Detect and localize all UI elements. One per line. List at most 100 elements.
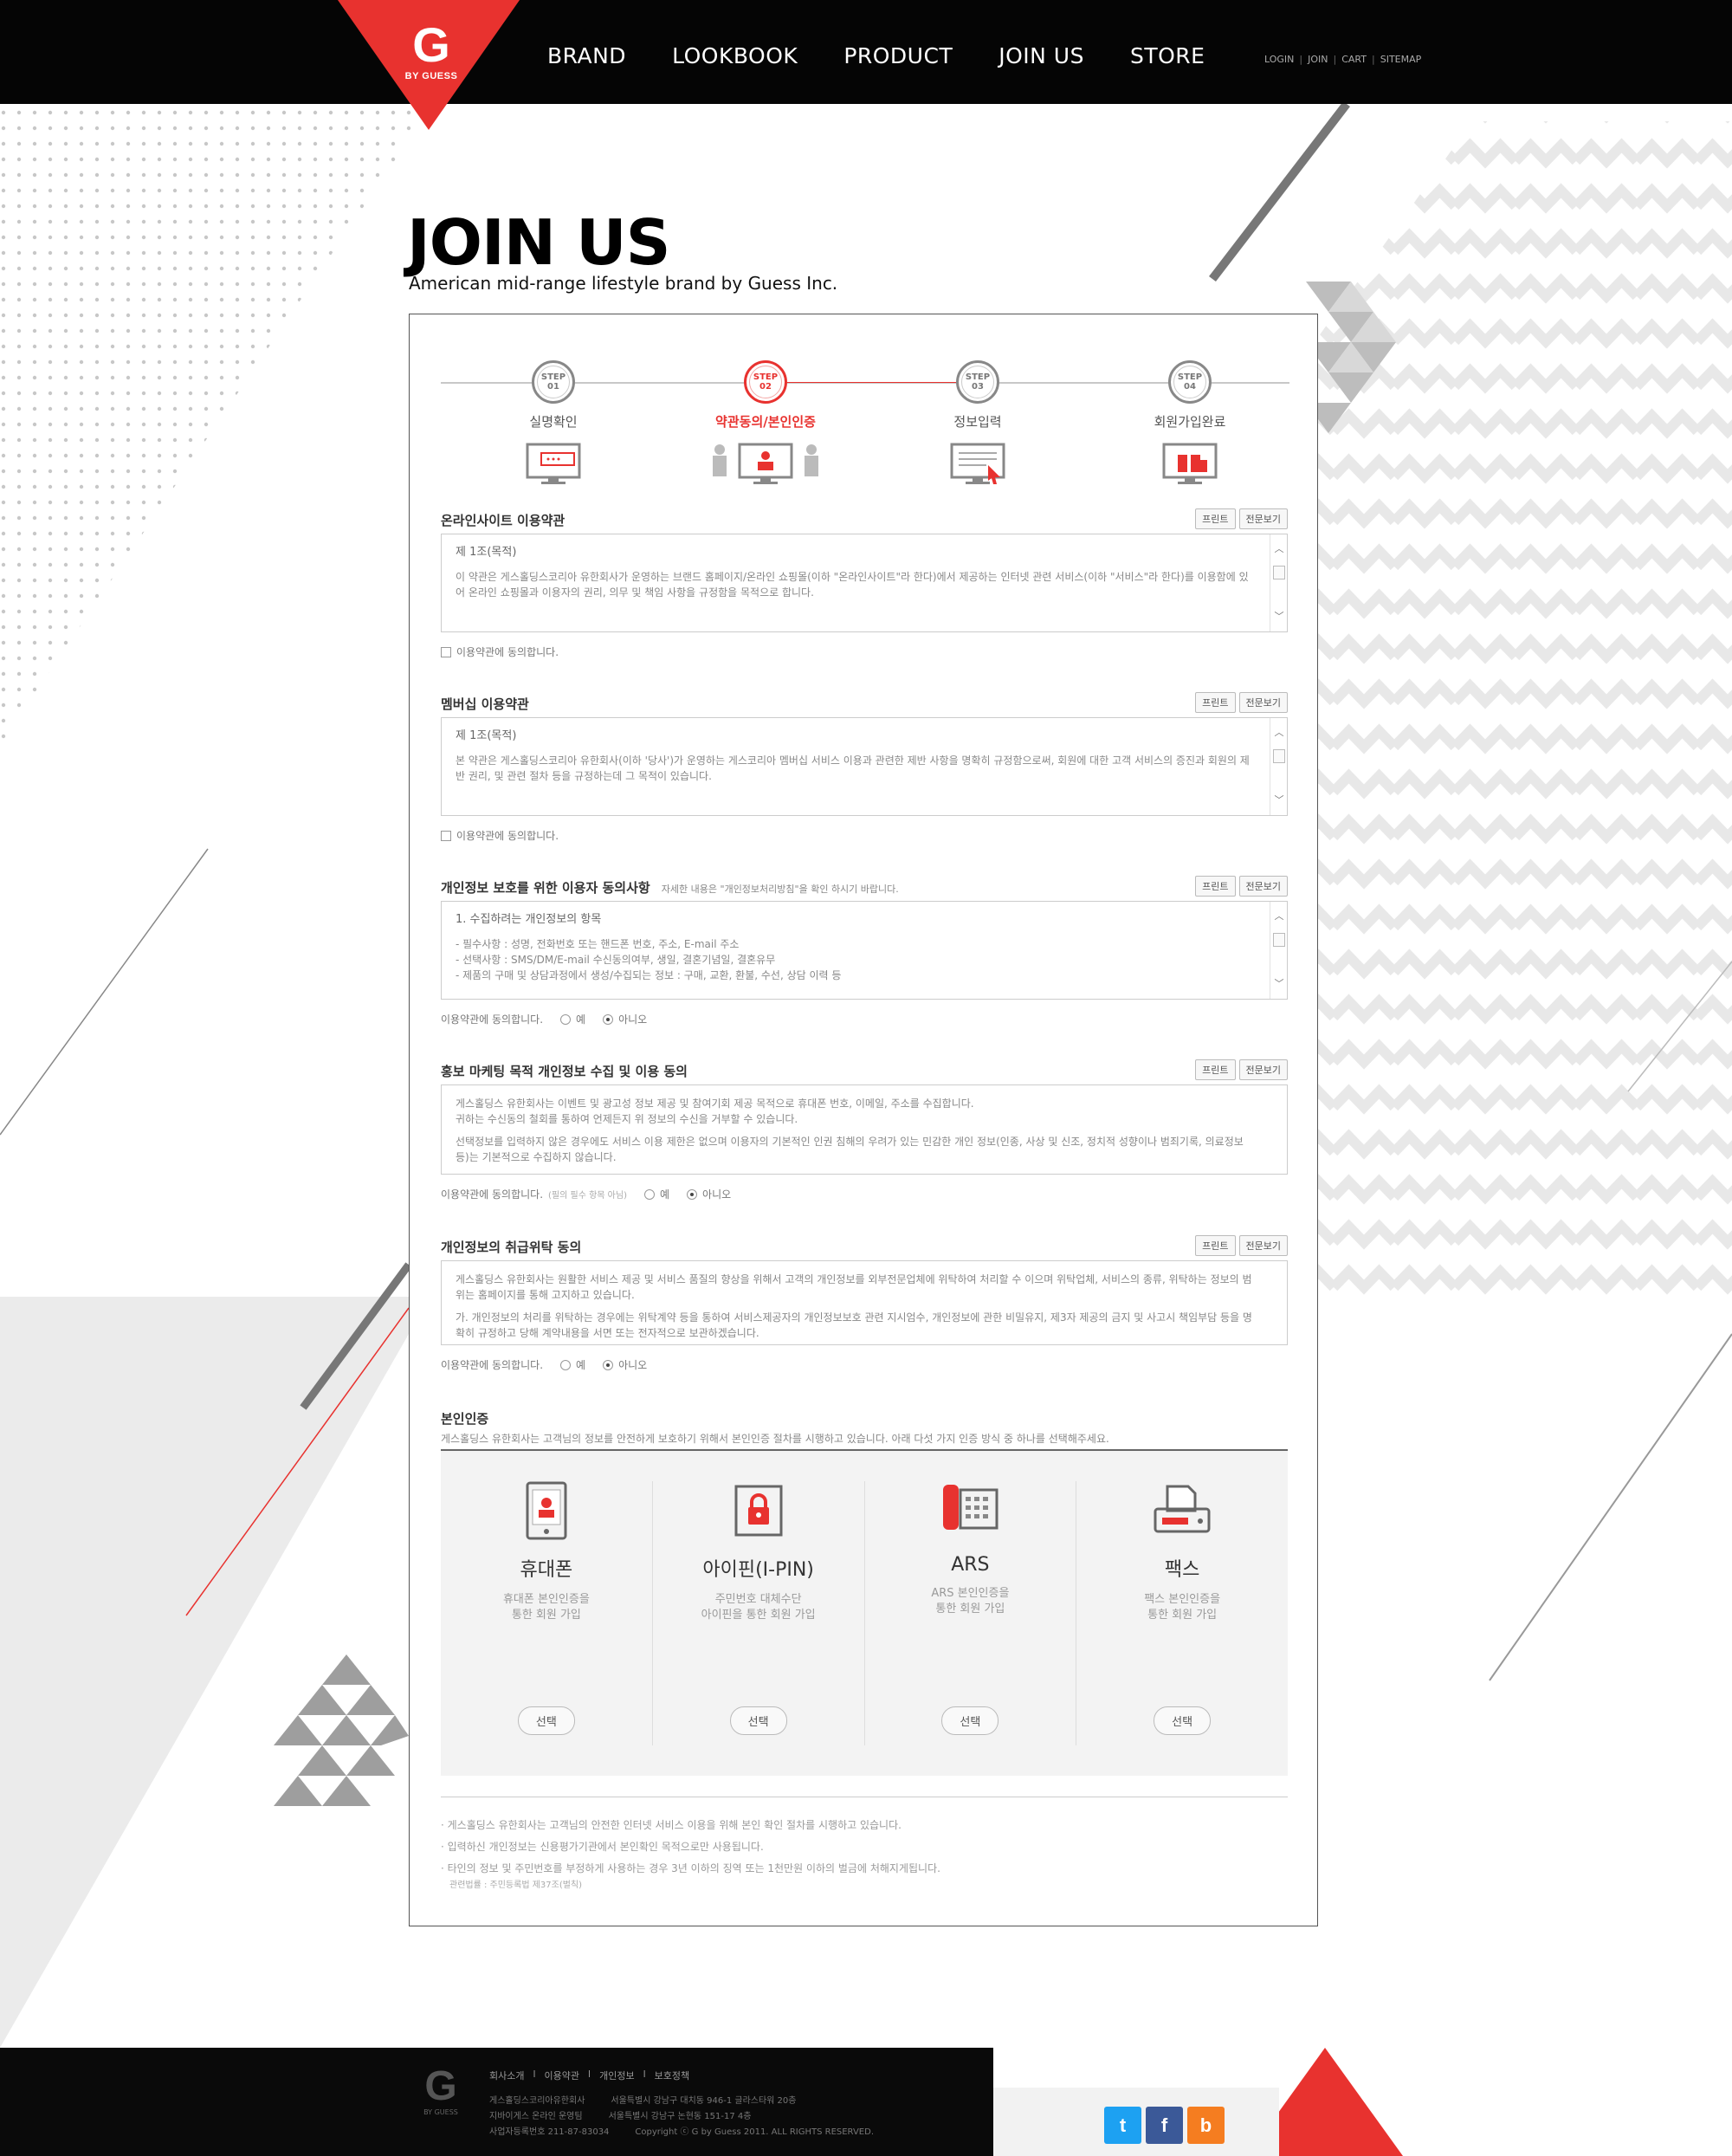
- marketing-yes-label: 예: [659, 1188, 670, 1201]
- verify-note: · 게스홀딩스 유한회사는 고객님의 안전한 인터넷 서비스 이용을 위해 본인…: [441, 1819, 902, 1831]
- footer-separator: l: [643, 2069, 646, 2080]
- verify-method-phone: 휴대폰 휴대폰 본인인증을 통한 회원 가입 선택: [441, 1481, 653, 1745]
- marketing-agree-label: 이용약관에 동의합니다.: [441, 1188, 544, 1201]
- privacy-no-radio[interactable]: [603, 1013, 614, 1025]
- util-login[interactable]: LOGIN: [1264, 54, 1294, 65]
- scrollbar[interactable]: ︿ ﹀: [1270, 902, 1287, 999]
- verify-fax-desc: 통한 회원 가입: [1147, 1609, 1218, 1622]
- privacy-line: - 제품의 구매 및 상담과정에서 생성/수집되는 정보 : 구매, 교환, 환…: [456, 969, 842, 981]
- step-2-circle: STEP 02: [744, 360, 787, 404]
- verify-ars-select-button[interactable]: 선택: [941, 1706, 999, 1735]
- footer-link-terms[interactable]: 이용약관: [545, 2069, 579, 2082]
- util-join[interactable]: JOIN: [1308, 54, 1328, 65]
- fullview-button[interactable]: 전문보기: [1238, 876, 1288, 897]
- gift-monitor-icon: [1162, 443, 1218, 484]
- site-terms-box[interactable]: 제 1조(목적) 이 약관은 게스홀딩스코리아 유한회사가 운영하는 브랜드 홈…: [441, 534, 1288, 632]
- marketing-agree-sub: (필의 필수 항목 아님): [548, 1191, 627, 1201]
- verify-ipin-desc: 주민번호 대체수단: [714, 1593, 802, 1606]
- nav-product[interactable]: PRODUCT: [843, 43, 953, 68]
- site-footer: G BY GUESS 회사소개 l 이용약관 l 개인정보 l 보호정책 게스홀…: [0, 2048, 993, 2156]
- verify-notes: · 게스홀딩스 유한회사는 고객님의 안전한 인터넷 서비스 이용을 위해 본인…: [441, 1797, 1288, 1892]
- privacy-head: 1. 수집하려는 개인정보의 항목: [456, 913, 602, 926]
- marketing-no-radio[interactable]: [687, 1188, 698, 1200]
- util-cart[interactable]: CART: [1341, 54, 1367, 65]
- facebook-icon[interactable]: f: [1146, 2107, 1183, 2144]
- print-button[interactable]: 프린트: [1195, 692, 1236, 713]
- verify-note: · 타인의 정보 및 주민번호를 부정하게 사용하는 경우 3년 이하의 징역 …: [441, 1862, 940, 1874]
- footer-link-privacy[interactable]: 개인정보: [599, 2069, 634, 2082]
- privacy-yes-radio[interactable]: [560, 1013, 572, 1025]
- consign-agree-label: 이용약관에 동의합니다.: [441, 1359, 544, 1371]
- logo-letter: G: [412, 17, 450, 72]
- verify-phone-desc: 휴대폰 본인인증을: [502, 1593, 590, 1606]
- member-terms-section: 멤버십 이용약관 프린트 전문보기 제 1조(목적) 본 약관은 게스홀딩스코리…: [441, 692, 1288, 843]
- main-nav: BRAND LOOKBOOK PRODUCT JOIN US STORE: [547, 43, 1205, 68]
- footer-logo[interactable]: G BY GUESS: [419, 2065, 462, 2117]
- site-logo[interactable]: G BY GUESS: [394, 17, 469, 82]
- scrollbar[interactable]: ︿ ﹀: [1270, 534, 1287, 631]
- member-terms-head: 제 1조(목적): [456, 729, 517, 742]
- nav-join-us[interactable]: JOIN US: [998, 43, 1084, 68]
- marketing-section: 홍보 마케팅 목적 개인정보 수집 및 이용 동의 프린트 전문보기 게스홀딩스…: [441, 1059, 1288, 1201]
- verify-ipin-name: 아이핀(I-PIN): [702, 1559, 814, 1581]
- footer-link-about[interactable]: 회사소개: [489, 2069, 524, 2082]
- fullview-button[interactable]: 전문보기: [1238, 1235, 1288, 1256]
- verify-desc: 게스홀딩스 유한회사는 고객님의 정보를 안전하게 보호하기 위해서 본인인증 …: [441, 1431, 1288, 1451]
- consign-line: 가. 개인정보의 처리를 위탁하는 경우에는 위탁계약 등을 통하여 서비스제공…: [456, 1311, 1252, 1339]
- footer-company: 게스홀딩스코리아유한회사: [489, 2096, 585, 2106]
- verify-ipin-select-button[interactable]: 선택: [729, 1706, 787, 1735]
- member-terms-box[interactable]: 제 1조(목적) 본 약관은 게스홀딩스코리아 유한회사(이하 '당사')가 운…: [441, 717, 1288, 816]
- site-terms-checkbox[interactable]: [441, 646, 451, 657]
- step-4: STEP 04 회원가입완료: [1121, 353, 1259, 489]
- verify-method-ars: ARS ARS 본인인증을 통한 회원 가입 선택: [865, 1481, 1077, 1745]
- blog-icon[interactable]: b: [1187, 2107, 1225, 2144]
- verify-fax-name: 팩스: [1164, 1559, 1200, 1581]
- consign-yes-label: 예: [576, 1359, 586, 1371]
- verify-method-fax: 팩스 팩스 본인인증을 통한 회원 가입 선택: [1076, 1481, 1288, 1745]
- consign-title: 개인정보의 취급위탁 동의: [441, 1240, 582, 1255]
- utility-links: LOGIN | JOIN | CART | SITEMAP: [1264, 54, 1422, 65]
- privacy-line: - 선택사항 : SMS/DM/E-mail 수신동의여부, 생일, 결혼기념일…: [456, 954, 776, 966]
- consign-yes-radio[interactable]: [560, 1359, 572, 1370]
- consign-no-label: 아니오: [618, 1359, 648, 1371]
- nav-store[interactable]: STORE: [1130, 43, 1205, 68]
- verify-phone-select-button[interactable]: 선택: [517, 1706, 575, 1735]
- footer-address: 서울특별시 강남구 대치동 946-1 글라스타워 20층: [611, 2096, 797, 2106]
- consign-box[interactable]: 게스홀딩스 유한회사는 원활한 서비스 제공 및 서비스 품질의 향상을 위해서…: [441, 1260, 1288, 1345]
- verify-ars-desc: ARS 본인인증을: [931, 1587, 1010, 1600]
- fullview-button[interactable]: 전문보기: [1238, 1059, 1288, 1080]
- print-button[interactable]: 프린트: [1195, 1235, 1236, 1256]
- footer-bizno: 사업자등록번호 211-87-83034: [489, 2127, 610, 2137]
- print-button[interactable]: 프린트: [1195, 876, 1236, 897]
- marketing-box[interactable]: 게스홀딩스 유한회사는 이벤트 및 광고성 정보 제공 및 참여기회 제공 목적…: [441, 1084, 1288, 1175]
- social-links: t f b: [1104, 2107, 1225, 2144]
- footer-copyright: Copyright ⓒ G by Guess 2011. ALL RIGHTS …: [635, 2127, 874, 2137]
- twitter-icon[interactable]: t: [1104, 2107, 1141, 2144]
- scrollbar[interactable]: ︿ ﹀: [1270, 718, 1287, 815]
- verify-ars-name: ARS: [951, 1554, 990, 1576]
- print-button[interactable]: 프린트: [1195, 1059, 1236, 1080]
- footer-info: 게스홀딩스코리아유한회사 서울특별시 강남구 대치동 946-1 글라스타워 20…: [489, 2094, 874, 2140]
- join-panel: STEP 01 실명확인 STEP 02 약관동의/본인인증 STEP 03 정…: [409, 314, 1318, 1926]
- print-button[interactable]: 프린트: [1195, 508, 1236, 529]
- fullview-button[interactable]: 전문보기: [1238, 508, 1288, 529]
- footer-address: 서울특별시 강남구 논현동 151-17 4층: [608, 2112, 752, 2121]
- verify-fax-select-button[interactable]: 선택: [1154, 1706, 1212, 1735]
- nav-lookbook[interactable]: LOOKBOOK: [672, 43, 798, 68]
- verify-phone-desc: 통한 회원 가입: [511, 1609, 581, 1622]
- fullview-button[interactable]: 전문보기: [1238, 692, 1288, 713]
- privacy-box[interactable]: 1. 수집하려는 개인정보의 항목 - 필수사항 : 성명, 전화번호 또는 핸…: [441, 901, 1288, 1000]
- util-sitemap[interactable]: SITEMAP: [1380, 54, 1422, 65]
- logo-subtitle: BY GUESS: [404, 71, 458, 81]
- privacy-no-label: 아니오: [618, 1013, 648, 1026]
- fax-icon: [1154, 1485, 1211, 1533]
- nav-brand[interactable]: BRAND: [547, 43, 626, 68]
- member-terms-checkbox[interactable]: [441, 830, 451, 841]
- marketing-yes-radio[interactable]: [643, 1188, 655, 1200]
- consign-no-radio[interactable]: [603, 1359, 614, 1370]
- footer-logo-sub: BY GUESS: [423, 2108, 458, 2116]
- marketing-line: 게스홀딩스 유한회사는 이벤트 및 광고성 정보 제공 및 참여기회 제공 목적…: [456, 1097, 974, 1110]
- privacy-section: 개인정보 보호를 위한 이용자 동의사항 자세한 내용은 "개인정보처리방침"을…: [441, 876, 1288, 1026]
- telephone-icon: [943, 1485, 998, 1530]
- footer-link-policy[interactable]: 보호정책: [655, 2069, 689, 2082]
